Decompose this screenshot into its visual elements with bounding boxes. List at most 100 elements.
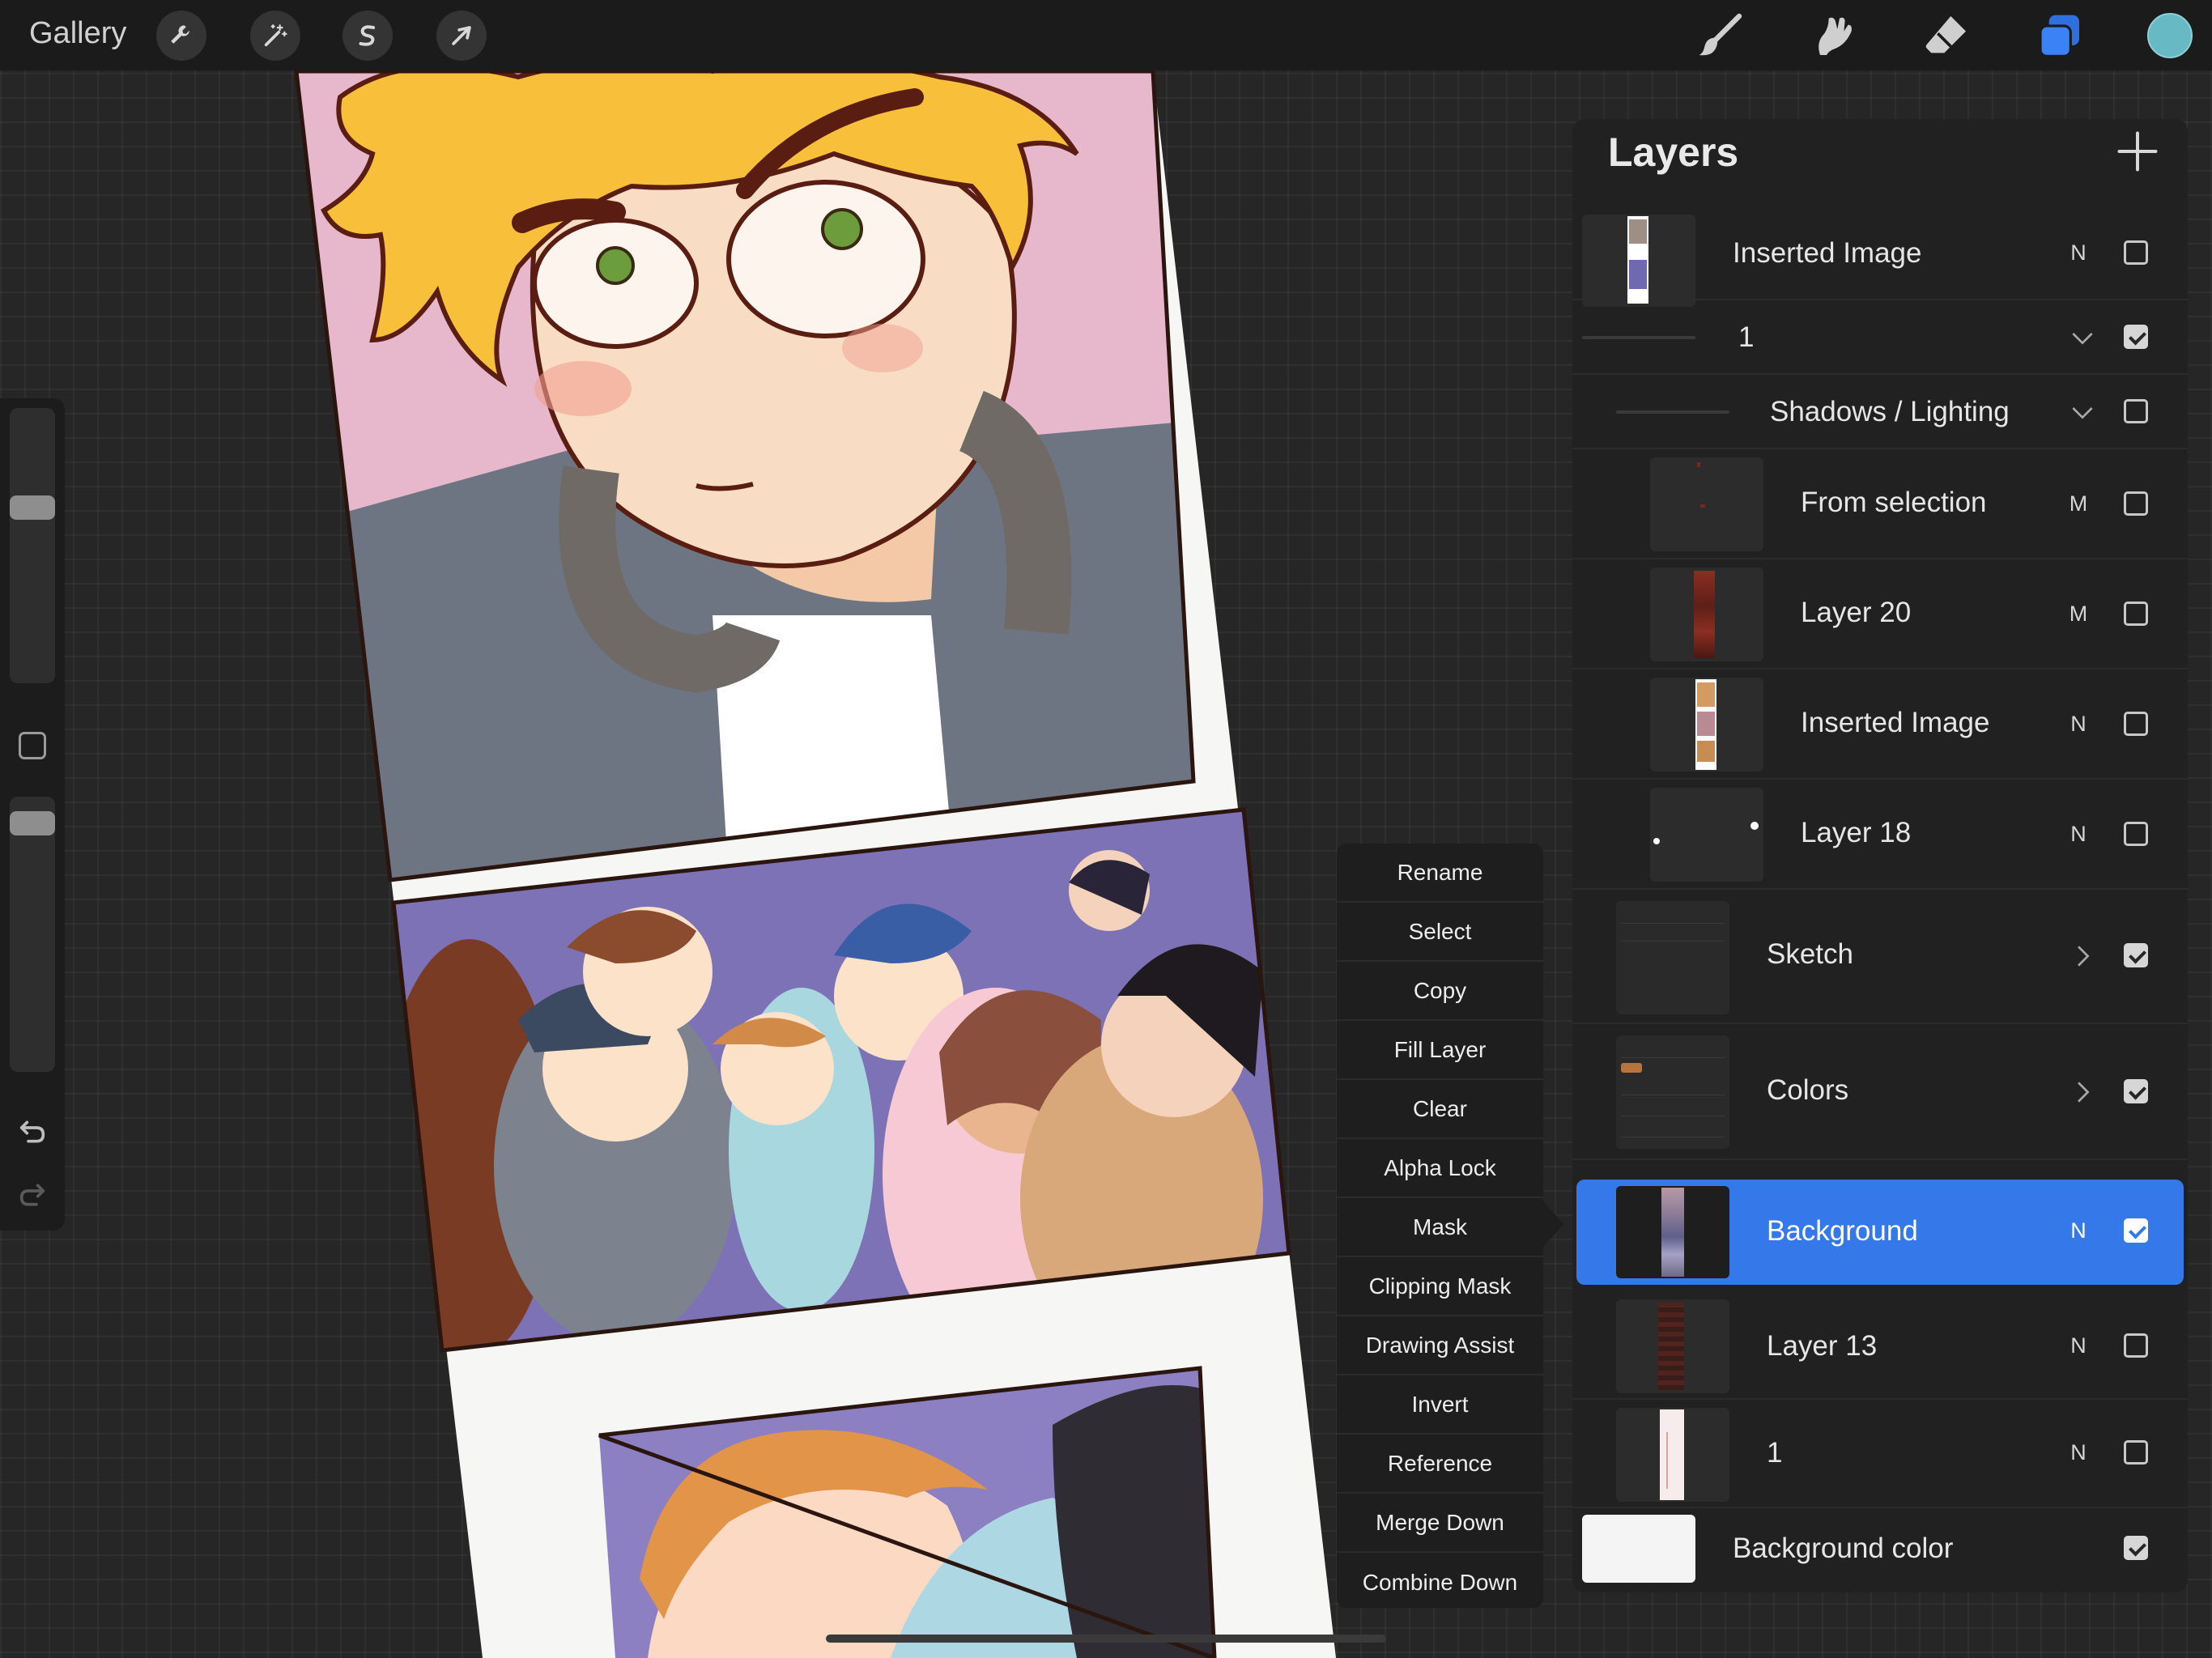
brush-size-slider[interactable] [10,408,55,683]
menu-select[interactable]: Select [1337,903,1543,962]
layer-name: Layer 20 [1801,597,1912,628]
blend-mode-label[interactable]: N [2066,1218,2091,1244]
blend-mode-label[interactable]: N [2066,822,2091,847]
layer-row-background[interactable]: Background N [1576,1180,2184,1285]
layer-row-1[interactable]: 1 N [1572,1400,2188,1508]
chevron-down-icon[interactable] [2066,396,2099,428]
layer-thumbnail [1650,678,1763,772]
redo-icon[interactable] [16,1179,49,1211]
layer-thumbnail [1650,788,1763,882]
menu-copy[interactable]: Copy [1337,962,1543,1021]
brush-icon[interactable] [1694,10,1746,62]
menu-combine-down[interactable]: Combine Down [1337,1553,1543,1612]
layer-thumbnail [1582,215,1695,307]
layer-name: Background [1767,1215,1918,1247]
visibility-checkbox[interactable] [2124,1536,2148,1560]
layers-panel: Layers Inserted Image N 1 Shadows / Ligh… [1572,119,2188,1592]
home-indicator [826,1635,1386,1643]
layers-icon[interactable] [2034,10,2086,62]
layer-thumbnail [1616,1186,1729,1278]
color-picker-swatch[interactable] [2147,13,2193,58]
visibility-checkbox[interactable] [2124,712,2148,736]
visibility-checkbox[interactable] [2124,822,2148,846]
layer-row-from-selection[interactable]: From selection M [1572,449,2188,559]
canvas-artwork[interactable] [0,0,1376,1658]
visibility-checkbox[interactable] [2124,491,2148,516]
visibility-checkbox[interactable] [2124,399,2148,423]
menu-merge-down[interactable]: Merge Down [1337,1494,1543,1553]
wrench-icon[interactable] [156,11,206,61]
selection-s-icon[interactable] [342,11,393,61]
layer-row-background-color[interactable]: Background color [1572,1508,2188,1592]
menu-clipping-mask[interactable]: Clipping Mask [1337,1257,1543,1316]
group-indicator-line [1616,410,1729,414]
layer-thumbnail [1650,457,1763,551]
add-layer-plus-icon[interactable] [2113,127,2162,176]
layers-title: Layers [1608,130,1739,175]
background-color-swatch[interactable] [1582,1515,1695,1583]
layer-thumbnail [1616,1408,1729,1502]
eraser-icon[interactable] [1921,10,1972,62]
layer-name: Layer 13 [1767,1330,1878,1362]
blend-mode-label[interactable]: N [2066,240,2091,266]
visibility-checkbox[interactable] [2124,1333,2148,1358]
chevron-down-icon[interactable] [2066,321,2099,354]
transform-arrow-icon[interactable] [436,11,487,61]
group-thumbnail [1616,1035,1729,1149]
opacity-slider[interactable] [10,797,55,1072]
left-sidebar [0,398,65,1231]
visibility-checkbox[interactable] [2124,1079,2148,1103]
undo-icon[interactable] [16,1116,49,1148]
visibility-checkbox[interactable] [2124,1218,2148,1243]
layer-thumbnail [1650,568,1763,661]
chevron-right-icon[interactable] [2066,1076,2099,1108]
blend-mode-label[interactable]: M [2066,602,2091,627]
magic-wand-icon[interactable] [250,11,300,61]
menu-mask[interactable]: Mask [1337,1198,1543,1257]
blend-mode-label[interactable]: M [2066,491,2091,517]
layer-name: 1 [1738,321,1755,353]
layer-name: Shadows / Lighting [1770,396,2010,427]
chevron-right-icon[interactable] [2066,940,2099,972]
menu-rename[interactable]: Rename [1337,844,1543,903]
blend-mode-label[interactable]: N [2066,1440,2091,1465]
menu-invert[interactable]: Invert [1337,1375,1543,1435]
layer-name: Layer 18 [1801,817,1912,848]
menu-clear[interactable]: Clear [1337,1080,1543,1139]
smudge-icon[interactable] [1807,10,1859,62]
layer-row-layer-13[interactable]: Layer 13 N [1572,1293,2188,1400]
layer-row-inserted-image-2[interactable]: Inserted Image N [1572,670,2188,780]
modify-button[interactable] [19,732,46,759]
layer-row-inserted-image[interactable]: Inserted Image N [1572,208,2188,307]
layer-name: Colors [1767,1074,1849,1106]
blend-mode-label[interactable]: N [2066,712,2091,737]
visibility-checkbox[interactable] [2124,602,2148,626]
visibility-checkbox[interactable] [2124,325,2148,349]
layer-name: 1 [1767,1437,1783,1469]
menu-drawing-assist[interactable]: Drawing Assist [1337,1316,1543,1375]
panel-1-illustration [296,71,1193,880]
opacity-thumb[interactable] [10,811,55,835]
blend-mode-label[interactable]: N [2066,1333,2091,1358]
layer-group-1[interactable]: 1 [1572,300,2188,375]
visibility-checkbox[interactable] [2124,240,2148,265]
layer-group-shadows-lighting[interactable]: Shadows / Lighting [1572,375,2188,449]
group-thumbnail [1616,901,1729,1014]
layer-row-layer-18[interactable]: Layer 18 N [1572,780,2188,890]
group-indicator-line [1582,336,1695,339]
layer-row-layer-20[interactable]: Layer 20 M [1572,559,2188,670]
layer-group-sketch[interactable]: Sketch [1572,890,2188,1024]
top-toolbar: Gallery [0,0,2212,70]
menu-alpha-lock[interactable]: Alpha Lock [1337,1139,1543,1198]
layer-group-colors[interactable]: Colors [1572,1024,2188,1160]
layer-name: From selection [1801,487,1987,518]
menu-fill-layer[interactable]: Fill Layer [1337,1021,1543,1080]
layer-name: Sketch [1767,938,1853,970]
visibility-checkbox[interactable] [2124,943,2148,967]
layer-name: Inserted Image [1733,237,1922,269]
layer-thumbnail [1616,1299,1729,1393]
menu-reference[interactable]: Reference [1337,1435,1543,1494]
visibility-checkbox[interactable] [2124,1440,2148,1465]
brush-size-thumb[interactable] [10,495,55,520]
gallery-button[interactable]: Gallery [29,16,126,51]
